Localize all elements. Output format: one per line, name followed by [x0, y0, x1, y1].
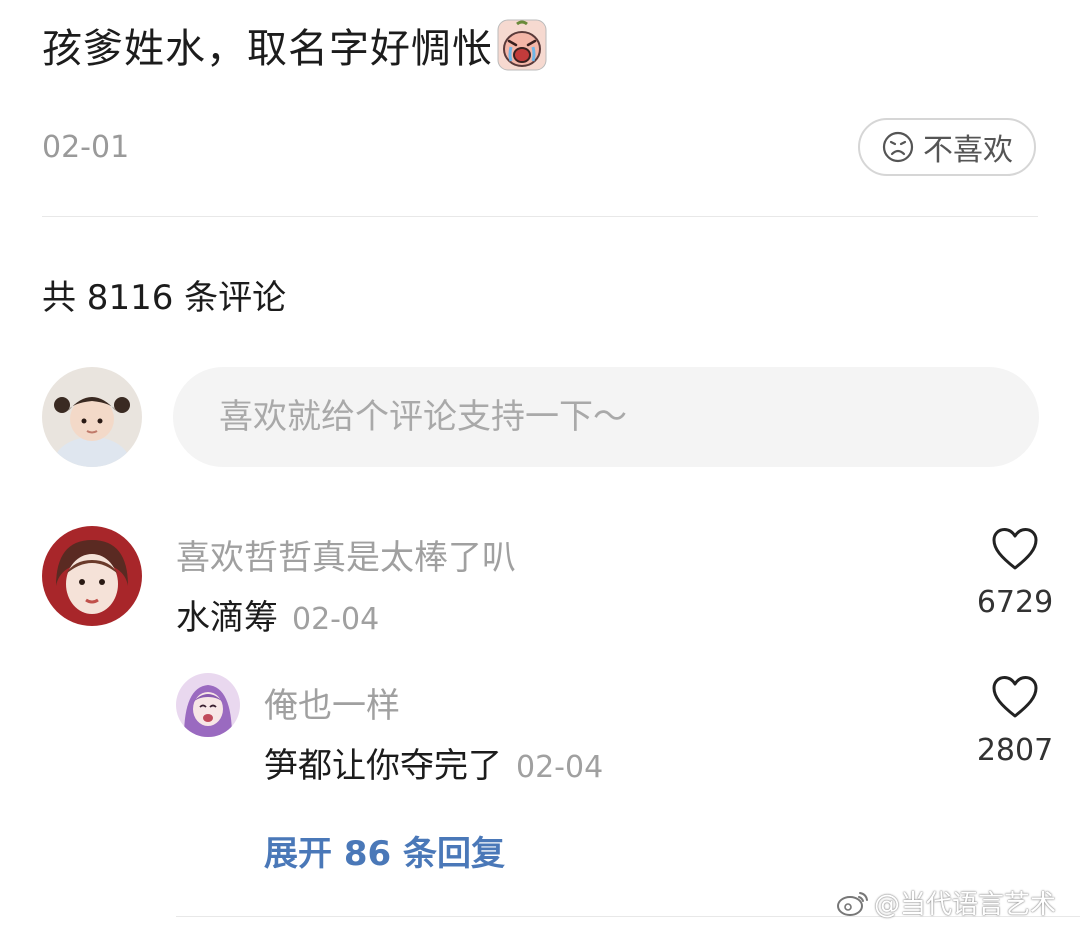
expand-replies-link[interactable]: 展开 86 条回复 — [264, 826, 505, 875]
reply-like-button[interactable]: 2807 — [970, 675, 1060, 768]
reply-like-count: 2807 — [976, 733, 1054, 768]
comment-username[interactable]: 喜欢哲哲真是太棒了叭 — [176, 530, 516, 579]
own-avatar[interactable] — [42, 367, 142, 467]
dislike-button[interactable]: 不喜欢 — [858, 118, 1036, 176]
post-title-text: 孩爹姓水，取名字好惆怅 — [42, 26, 493, 72]
reply-text: 笋都让你夺完了 — [264, 746, 502, 786]
child-avatar-image — [42, 367, 142, 467]
heart-icon — [992, 676, 1038, 718]
divider — [42, 216, 1038, 217]
crying-face-icon — [497, 19, 547, 71]
watermark-text: @当代语言艺术 — [874, 890, 1057, 920]
like-button[interactable]: 6729 — [970, 527, 1060, 620]
comment-count: 共 8116 条评论 — [42, 278, 287, 318]
watermark: @当代语言艺术 — [836, 884, 1056, 921]
commenter-avatar-image — [42, 526, 142, 626]
reply-username[interactable]: 俺也一样 — [264, 678, 400, 727]
weibo-icon — [837, 891, 868, 916]
comment-body: 水滴筹 02-04 — [176, 590, 379, 639]
reply-date: 02-04 — [516, 750, 604, 785]
comment-input[interactable] — [173, 367, 1039, 467]
reply-avatar-image — [176, 673, 240, 737]
like-count: 6729 — [976, 585, 1054, 620]
comment-text: 水滴筹 — [176, 598, 278, 638]
comment-date: 02-04 — [292, 602, 380, 637]
sad-face-icon — [882, 131, 914, 163]
reply-avatar[interactable] — [176, 673, 240, 737]
commenter-avatar[interactable] — [42, 526, 142, 626]
post-title: 孩爹姓水，取名字好惆怅 — [42, 14, 547, 76]
dislike-label: 不喜欢 — [923, 133, 1013, 168]
post-date: 02-01 — [42, 130, 130, 165]
heart-icon — [992, 528, 1038, 570]
reply-body: 笋都让你夺完了 02-04 — [264, 738, 603, 787]
